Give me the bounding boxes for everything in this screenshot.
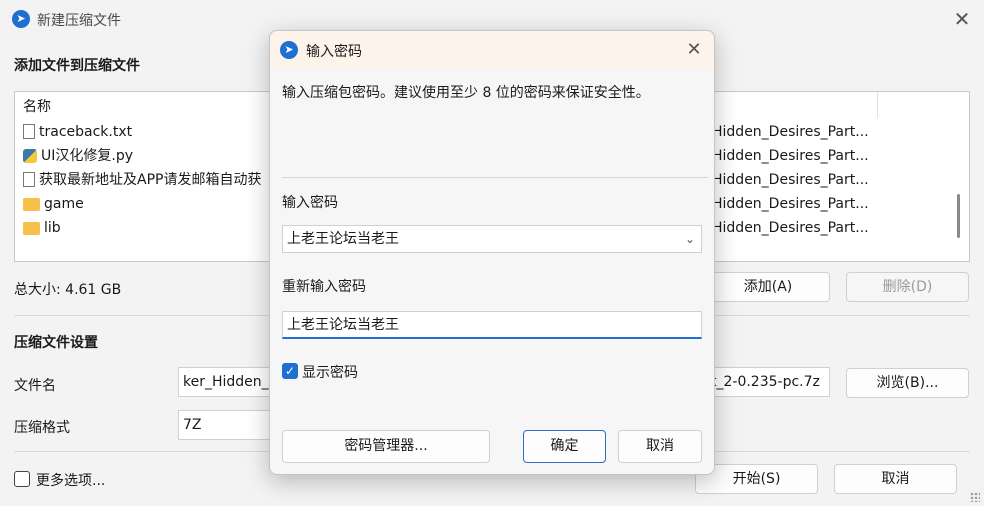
column-divider — [877, 92, 878, 118]
add-button[interactable]: 添加(A) — [706, 272, 830, 302]
list-item[interactable]: 获取最新地址及APP请发邮箱自动获 — [23, 168, 261, 192]
list-item[interactable]: traceback.txt — [23, 120, 261, 144]
more-options-label[interactable]: 更多选项... — [36, 470, 105, 490]
list-item-path: Hidden_Desires_Part... — [712, 124, 869, 140]
folder-icon — [23, 198, 40, 211]
format-label: 压缩格式 — [14, 420, 70, 436]
filename-input-tail[interactable]: t_2-0.235-pc.7z — [706, 367, 830, 397]
folder-icon — [23, 222, 40, 235]
app-logo-icon: ➤ — [12, 10, 30, 28]
password-dialog: ➤ 输入密码 ✕ 输入压缩包密码。建议使用至少 8 位的密码来保证安全性。 输入… — [269, 30, 715, 475]
cancel-button[interactable]: 取消 — [834, 464, 957, 494]
app-logo-icon: ➤ — [280, 41, 298, 59]
list-item-path: Hidden_Desires_Part... — [712, 148, 869, 164]
list-item[interactable]: UI汉化修复.py — [23, 144, 261, 168]
list-item-path: Hidden_Desires_Part... — [712, 196, 869, 212]
dialog-description: 输入压缩包密码。建议使用至少 8 位的密码来保证安全性。 — [282, 85, 650, 101]
dialog-title: 输入密码 — [306, 44, 362, 60]
show-password-label[interactable]: 显示密码 — [302, 362, 358, 382]
files-section-heading: 添加文件到压缩文件 — [14, 58, 140, 74]
divider — [282, 177, 708, 178]
reenter-password-input[interactable]: 上老王论坛当老王 — [282, 311, 702, 339]
more-options-checkbox[interactable] — [14, 471, 30, 487]
file-list-items: traceback.txt UI汉化修复.py 获取最新地址及APP请发邮箱自动… — [23, 120, 261, 240]
window-close-button[interactable]: ✕ — [944, 9, 980, 29]
text-file-icon — [23, 172, 35, 187]
dialog-close-button[interactable]: ✕ — [676, 40, 712, 60]
column-header-name[interactable]: 名称 — [23, 96, 51, 116]
show-password-checkbox[interactable]: ✓ — [282, 363, 298, 379]
password-value: 上老王论坛当老王 — [287, 231, 399, 247]
reenter-password-label: 重新输入密码 — [282, 279, 366, 295]
ok-button[interactable]: 确定 — [523, 430, 606, 463]
list-item-path: Hidden_Desires_Part... — [712, 172, 869, 188]
total-size: 总大小: 4.61 GB — [14, 282, 122, 298]
settings-section-heading: 压缩文件设置 — [14, 335, 98, 351]
vertical-scrollbar[interactable] — [957, 194, 960, 238]
remove-button[interactable]: 删除(D) — [846, 272, 969, 302]
python-file-icon — [23, 149, 37, 163]
resize-grip[interactable] — [970, 492, 980, 502]
filename-label: 文件名 — [14, 378, 56, 394]
chevron-down-icon[interactable]: ⌄ — [685, 226, 695, 252]
password-label: 输入密码 — [282, 195, 338, 211]
text-file-icon — [23, 124, 35, 139]
password-input[interactable]: 上老王论坛当老王 ⌄ — [282, 225, 702, 253]
browse-button[interactable]: 浏览(B)... — [846, 368, 969, 398]
list-item[interactable]: game — [23, 192, 261, 216]
list-item[interactable]: lib — [23, 216, 261, 240]
dialog-cancel-button[interactable]: 取消 — [618, 430, 702, 463]
dialog-title-bar: ➤ 输入密码 ✕ — [270, 31, 714, 69]
list-item-path: Hidden_Desires_Part... — [712, 220, 869, 236]
window-title: 新建压缩文件 — [37, 13, 121, 29]
file-list-right-column: Hidden_Desires_Part... Hidden_Desires_Pa… — [712, 120, 869, 240]
password-manager-button[interactable]: 密码管理器... — [282, 430, 490, 463]
